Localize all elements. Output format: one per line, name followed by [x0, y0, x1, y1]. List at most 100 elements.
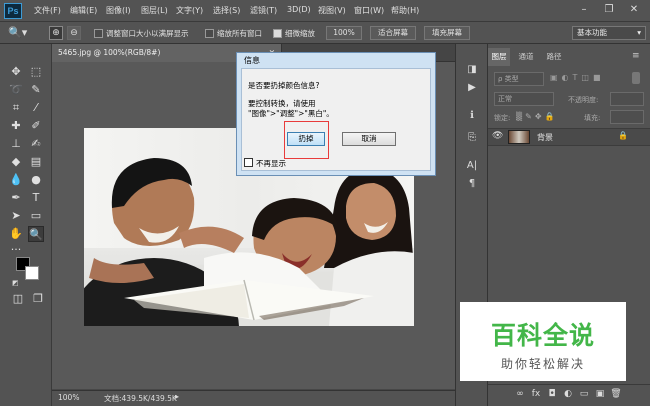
new-layer-icon[interactable]: ▣	[594, 388, 606, 400]
zoom-all-label: 缩放所有窗口	[217, 29, 262, 38]
fill-screen-button[interactable]: 填充屏幕	[424, 26, 470, 40]
layer-kind-filter[interactable]: ρ 类型	[494, 72, 544, 86]
dont-show-label: 不再显示	[256, 159, 286, 168]
tools-panel	[0, 44, 52, 406]
quick-mask-icon[interactable]: ◫	[10, 291, 26, 307]
marquee-tool-icon[interactable]: ⬚	[28, 64, 44, 80]
fill-field[interactable]	[610, 110, 644, 124]
menu-edit[interactable]: 编辑(E)	[70, 5, 97, 16]
properties-panel-icon[interactable]: ⎘	[463, 130, 481, 146]
layer-style-icon[interactable]: fx	[530, 388, 542, 400]
history-brush-icon[interactable]: ✍	[28, 136, 44, 152]
screen-mode-icon[interactable]: ❐	[30, 291, 46, 307]
path-select-icon[interactable]: ➤	[8, 208, 24, 224]
eyedropper-tool-icon[interactable]: ⁄	[28, 100, 44, 116]
workspace-select-value: 基本功能	[577, 28, 607, 37]
zoom-out-icon[interactable]: ⊖	[67, 26, 81, 40]
menu-help[interactable]: 帮助(H)	[391, 5, 419, 16]
zoom-100-button[interactable]: 100%	[326, 26, 362, 40]
move-tool-icon[interactable]: ✥	[8, 64, 24, 80]
dialog-title: 信息	[244, 56, 260, 65]
menu-window[interactable]: 窗口(W)	[354, 5, 384, 16]
tab-paths[interactable]: 路径	[540, 48, 568, 66]
layer-name: 背景	[537, 133, 553, 142]
default-colors-icon[interactable]: ◩	[12, 279, 22, 289]
tab-layers[interactable]: 图层	[488, 48, 510, 66]
healing-brush-icon[interactable]: ✚	[8, 118, 24, 134]
menu-file[interactable]: 文件(F)	[34, 5, 61, 16]
fill-label: 填充:	[584, 114, 601, 122]
menu-image[interactable]: 图像(I)	[106, 5, 131, 16]
gradient-tool-icon[interactable]: ▤	[28, 154, 44, 170]
watermark-title: 百科全说	[490, 321, 595, 350]
zoom-tool-icon[interactable]: 🔍	[28, 226, 44, 242]
resize-windows-checkbox[interactable]	[94, 29, 103, 38]
zoom-tool-preset-icon[interactable]: 🔍▾	[8, 25, 34, 41]
zoom-level[interactable]: 100%	[58, 393, 79, 402]
dont-show-checkbox[interactable]	[244, 158, 253, 167]
brush-tool-icon[interactable]: ✐	[28, 118, 44, 134]
eye-icon[interactable]: 👁	[492, 131, 503, 141]
zoom-in-icon[interactable]: ⊕	[49, 26, 63, 40]
character-panel-icon[interactable]: A|	[463, 158, 481, 174]
resize-windows-label: 调整窗口大小以满屏显示	[106, 29, 189, 38]
menu-view[interactable]: 视图(V)	[318, 5, 346, 16]
layer-kind-filter-value: 类型	[504, 75, 519, 83]
menu-filter[interactable]: 滤镜(T)	[250, 5, 277, 16]
lock-options-icons[interactable]: ▒✎✥🔒	[516, 112, 558, 121]
menu-select[interactable]: 选择(S)	[213, 5, 240, 16]
pen-tool-icon[interactable]: ✒	[8, 190, 24, 206]
history-panel-icon[interactable]: ◨	[463, 62, 481, 78]
menu-layer[interactable]: 图层(L)	[141, 5, 168, 16]
filter-toggle-icon[interactable]	[632, 72, 640, 84]
scrubby-zoom-checkbox[interactable]	[273, 29, 282, 38]
workspace-select[interactable]: 基本功能 ▾	[572, 26, 646, 40]
status-menu-arrow-icon[interactable]: ▸	[175, 392, 179, 401]
dodge-tool-icon[interactable]: ●	[28, 172, 44, 188]
tab-channels[interactable]: 通道	[512, 48, 540, 66]
clone-stamp-icon[interactable]: ⊥	[8, 136, 24, 152]
opacity-field[interactable]	[610, 92, 644, 106]
lock-label: 锁定:	[494, 114, 511, 122]
paragraph-panel-icon[interactable]: ¶	[463, 176, 481, 192]
link-layers-icon[interactable]: ∞	[514, 388, 526, 400]
info-panel-icon[interactable]: ℹ	[463, 108, 481, 124]
layer-filter-icons[interactable]: ▣◐T◫■	[550, 73, 640, 85]
zoom-all-checkbox[interactable]	[205, 29, 214, 38]
scrubby-zoom-label: 细微缩放	[285, 29, 315, 38]
menu-type[interactable]: 文字(Y)	[176, 5, 203, 16]
group-icon[interactable]: ▭	[578, 388, 590, 400]
search-icon: ρ	[498, 75, 505, 83]
rectangle-tool-icon[interactable]: ▭	[28, 208, 44, 224]
adjustment-layer-icon[interactable]: ◐	[562, 388, 574, 400]
eraser-tool-icon[interactable]: ◆	[8, 154, 24, 170]
type-tool-icon[interactable]: T	[28, 190, 44, 206]
fit-screen-button[interactable]: 适合屏幕	[370, 26, 416, 40]
blur-tool-icon[interactable]: 💧	[8, 172, 24, 188]
hand-tool-icon[interactable]: ✋	[8, 226, 24, 242]
more-tools-icon[interactable]: ···	[8, 242, 24, 258]
panel-menu-icon[interactable]: ≡	[632, 51, 640, 61]
chevron-down-icon: ▾	[637, 28, 641, 37]
document-tab-title: 5465.jpg @ 100%(RGB/8#)	[58, 48, 161, 57]
minimize-icon[interactable]: –	[572, 2, 596, 18]
restore-icon[interactable]: ❐	[597, 2, 621, 18]
lock-icon: 🔒	[618, 131, 628, 140]
photoshop-logo: Ps	[4, 3, 22, 19]
cancel-button[interactable]: 取消	[342, 132, 396, 146]
background-color-swatch[interactable]	[25, 266, 39, 280]
layer-mask-icon[interactable]: ◘	[546, 388, 558, 400]
watermark-subtitle: 助你轻松解决	[500, 357, 585, 371]
opacity-label: 不透明度:	[568, 96, 599, 104]
menu-3d[interactable]: 3D(D)	[287, 5, 311, 14]
highlight-box	[284, 121, 329, 159]
crop-tool-icon[interactable]: ⌗	[8, 100, 24, 116]
document-size-info: 文档:439.5K/439.5K	[104, 394, 177, 403]
blend-mode-select[interactable]: 正常	[494, 92, 554, 106]
delete-layer-icon[interactable]: 🗑	[610, 388, 622, 400]
actions-play-icon[interactable]: ▶	[463, 80, 481, 96]
close-icon[interactable]: ✕	[622, 2, 646, 18]
quick-select-tool-icon[interactable]: ✎	[28, 82, 44, 98]
dialog-hint-line2: "图像">"调整">"黑白"。	[248, 109, 334, 118]
lasso-tool-icon[interactable]: ➰	[8, 82, 24, 98]
